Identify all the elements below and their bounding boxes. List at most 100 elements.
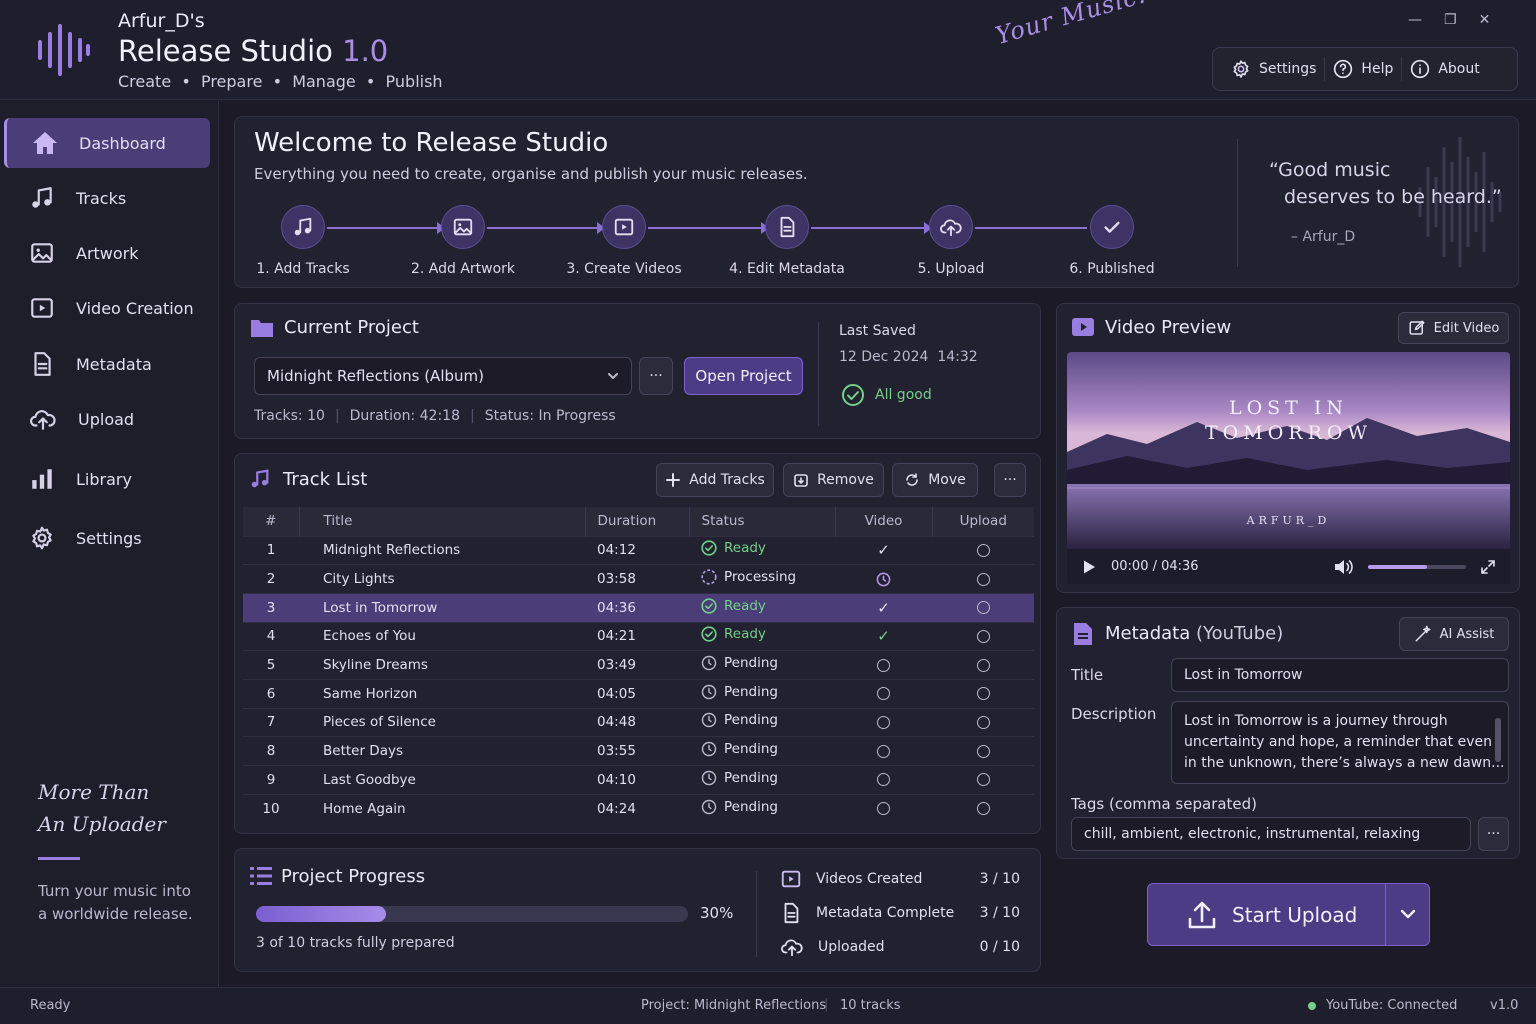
progress-percent: 30%	[700, 904, 734, 922]
step-icon-circle	[765, 205, 809, 249]
track-table-body: 1 Midnight Reflections 04:12 Ready ✓ 2 City Li…	[243, 535, 1034, 823]
button-label: Move	[928, 472, 966, 488]
scrollbar-thumb[interactable]	[1495, 718, 1501, 762]
sidebar-item-video-creation[interactable]: Video Creation	[4, 283, 210, 333]
table-row[interactable]: 6 Same Horizon 04:05 Pending	[243, 678, 1034, 709]
empty-circle-icon	[976, 773, 990, 787]
table-row[interactable]: 1 Midnight Reflections 04:12 Ready ✓	[243, 535, 1034, 565]
settings-button[interactable]: Settings	[1223, 54, 1324, 84]
add-tracks-button[interactable]: Add Tracks	[656, 463, 774, 497]
sidebar-item-label: Artwork	[76, 243, 139, 263]
sidebar-item-upload[interactable]: Upload	[4, 394, 210, 444]
volume-icon[interactable]	[1334, 559, 1354, 575]
table-row[interactable]: 8 Better Days 03:55 Pending	[243, 736, 1034, 766]
edit-video-button[interactable]: Edit Video	[1398, 312, 1509, 344]
step-label: 6. Published	[1069, 261, 1155, 277]
step-upload[interactable]: 5. Upload	[876, 205, 1026, 277]
project-more-button[interactable]: ···	[639, 357, 673, 395]
table-row[interactable]: 3 Lost in Tomorrow 04:36 Ready ✓	[243, 592, 1034, 623]
open-project-button[interactable]: Open Project	[684, 357, 803, 395]
step-label: 5. Upload	[917, 261, 985, 277]
track-more-button[interactable]: ···	[994, 463, 1026, 497]
tags-input[interactable]: chill, ambient, electronic, instrumental…	[1071, 817, 1471, 851]
empty-circle-icon	[976, 658, 990, 672]
step-icon-circle	[441, 205, 485, 249]
tracks-count: Tracks: 10	[254, 408, 325, 424]
column-header[interactable]: Upload	[932, 507, 1034, 536]
check-icon	[1104, 221, 1120, 233]
step-edit-metadata[interactable]: 4. Edit Metadata	[712, 205, 862, 277]
sidebar-item-settings[interactable]: Settings	[4, 513, 210, 563]
minimize-icon[interactable]: —	[1408, 12, 1422, 28]
project-select[interactable]: Midnight Reflections (Album)	[254, 357, 632, 395]
maximize-icon[interactable]: ❐	[1444, 12, 1457, 28]
volume-slider[interactable]	[1368, 564, 1466, 569]
status-label: Pending	[724, 798, 778, 815]
table-row[interactable]: 4 Echoes of You 04:21 Ready ✓	[243, 621, 1034, 651]
status-label: Pending	[724, 741, 778, 758]
track-number: 2	[243, 564, 299, 594]
table-row[interactable]: 10 Home Again 04:24 Pending	[243, 793, 1034, 823]
step-add-artwork[interactable]: 2. Add Artwork	[388, 205, 538, 277]
help-button[interactable]: Help	[1325, 54, 1401, 84]
panel-title: Video Preview	[1105, 317, 1232, 338]
table-row[interactable]: 7 Pieces of Silence 04:48 Pending	[243, 707, 1034, 737]
sidebar-item-label: Upload	[78, 409, 135, 429]
sidebar-item-dashboard[interactable]: Dashboard	[4, 118, 210, 168]
track-video-state	[835, 736, 932, 766]
stat-value: 3 / 10	[979, 871, 1020, 887]
table-row[interactable]: 2 City Lights 03:58 Processing	[243, 564, 1034, 594]
settings-button-label: Settings	[1259, 61, 1317, 77]
track-title: Midnight Reflections	[299, 535, 585, 565]
column-header[interactable]: Video	[835, 507, 933, 536]
check-icon: ✓	[877, 541, 890, 560]
processing-icon	[701, 569, 717, 585]
title-input[interactable]: Lost in Tomorrow	[1171, 658, 1509, 692]
start-upload-button[interactable]: Start Upload	[1147, 883, 1430, 946]
chevron-down-icon[interactable]	[1400, 908, 1416, 920]
empty-circle-icon	[976, 601, 990, 615]
column-header[interactable]: Title	[299, 507, 586, 536]
sidebar-item-tracks[interactable]: Tracks	[4, 173, 210, 223]
document-icon	[1074, 623, 1092, 645]
description-scrollbar[interactable]	[1495, 708, 1501, 778]
track-title: Lost in Tomorrow	[299, 592, 585, 623]
metadata-panel: Metadata (YouTube) AI Assist Title Lost …	[1056, 607, 1520, 859]
check-icon: ✓	[877, 598, 890, 617]
track-video-state	[835, 793, 932, 823]
track-title: City Lights	[299, 564, 585, 594]
move-button[interactable]: Move	[892, 463, 978, 497]
step-published[interactable]: 6. Published	[1037, 205, 1187, 277]
fullscreen-icon[interactable]	[1480, 559, 1496, 575]
play-icon[interactable]	[1081, 559, 1097, 575]
description-textarea[interactable]: Lost in Tomorrow is a journey through un…	[1171, 701, 1509, 784]
list-icon	[250, 867, 272, 885]
tags-more-button[interactable]: ···	[1478, 817, 1509, 851]
close-icon[interactable]: ✕	[1479, 12, 1491, 28]
remove-button[interactable]: Remove	[783, 463, 884, 497]
overlay-line: LOST IN	[1228, 397, 1349, 419]
track-duration: 03:55	[585, 736, 689, 766]
empty-circle-icon	[976, 629, 990, 643]
status-tracks: 10 tracks	[840, 998, 901, 1013]
table-row[interactable]: 5 Skyline Dreams 03:49 Pending	[243, 650, 1034, 680]
about-button[interactable]: About	[1402, 54, 1487, 84]
progress-bar	[256, 906, 688, 922]
status-label: Ready	[724, 626, 766, 643]
track-upload-state	[932, 765, 1034, 795]
column-header[interactable]: Duration	[585, 507, 690, 536]
sidebar-item-artwork[interactable]: Artwork	[4, 228, 210, 278]
column-header[interactable]: #	[243, 507, 300, 536]
sidebar-item-library[interactable]: Library	[4, 454, 210, 504]
sidebar-item-metadata[interactable]: Metadata	[4, 339, 210, 389]
ai-assist-button[interactable]: AI Assist	[1399, 617, 1509, 651]
welcome-subtitle: Everything you need to create, organise …	[254, 165, 808, 183]
step-add-tracks[interactable]: 1. Add Tracks	[228, 205, 378, 277]
column-header[interactable]: Status	[689, 507, 836, 536]
duration-total: Duration: 42:18	[350, 408, 460, 424]
video-player[interactable]: LOST IN TOMORROW ARFUR_D 00:00 / 04:36	[1067, 352, 1510, 584]
table-row[interactable]: 9 Last Goodbye 04:10 Pending	[243, 765, 1034, 795]
step-create-videos[interactable]: 3. Create Videos	[549, 205, 699, 277]
check-circle-icon	[701, 598, 717, 614]
quote-line: deserves to be heard.”	[1284, 186, 1502, 208]
